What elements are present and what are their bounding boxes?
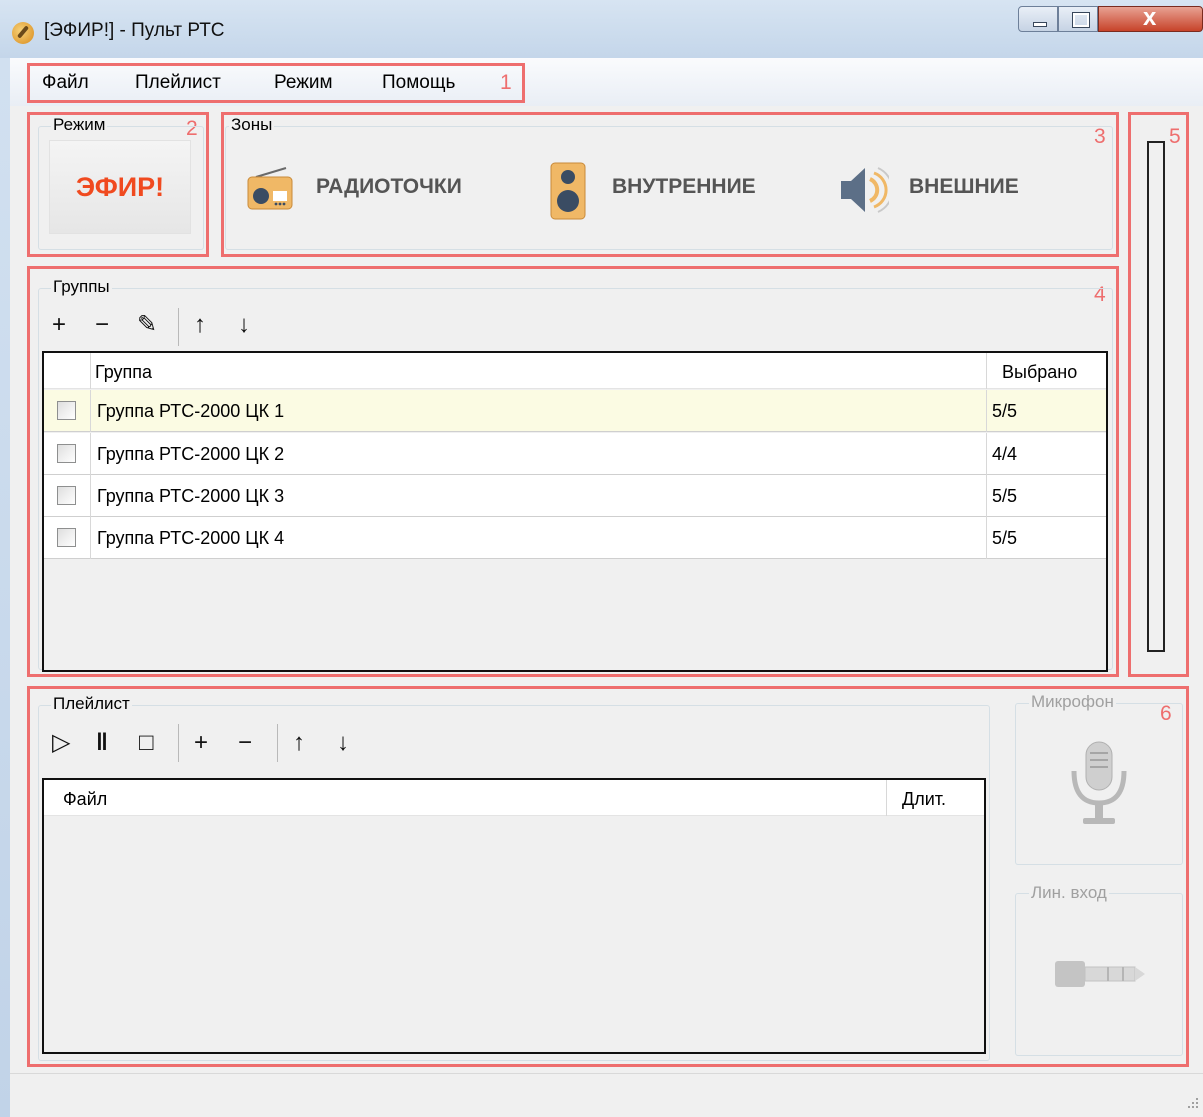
window-title: [ЭФИР!] - Пульт РТС — [44, 20, 225, 41]
app-icon — [12, 22, 34, 44]
cell-divider — [90, 433, 91, 475]
table-row[interactable]: Группа РТС-2000 ЦК 4 5/5 — [44, 517, 1106, 559]
resize-grip-icon[interactable] — [1186, 1096, 1200, 1110]
title-bar: [ЭФИР!] - Пульт РТС — [0, 0, 1203, 58]
loudspeaker-icon — [841, 167, 889, 213]
playlist-group-label: Плейлист — [51, 694, 132, 714]
microphone-icon[interactable] — [1064, 739, 1134, 829]
line-in-label: Лин. вход — [1029, 883, 1109, 903]
column-header-selected[interactable]: Выбрано — [1002, 362, 1077, 383]
playlist-table-header: Файл Длит. — [44, 780, 984, 816]
cell-divider — [90, 390, 91, 432]
mode-air-button[interactable]: ЭФИР! — [49, 140, 191, 234]
radio-icon — [247, 167, 293, 210]
group-name: Группа РТС-2000 ЦК 1 — [97, 401, 285, 421]
annotation-number-1: 1 — [500, 71, 512, 94]
column-header-duration[interactable]: Длит. — [902, 789, 946, 810]
microphone-label: Микрофон — [1029, 692, 1116, 712]
groups-group-label: Группы — [51, 277, 112, 297]
groups-table-header: Группа Выбрано — [44, 353, 1106, 389]
group-name: Группа РТС-2000 ЦК 4 — [97, 528, 285, 548]
add-group-icon[interactable]: + — [52, 313, 66, 337]
toolbar-separator — [178, 724, 179, 762]
close-button[interactable] — [1098, 4, 1203, 32]
column-header-group[interactable]: Группа — [95, 362, 152, 383]
add-file-icon[interactable]: + — [194, 731, 208, 755]
zone-internal-button[interactable]: ВНУТРЕННИЕ — [540, 158, 800, 222]
group-checkbox[interactable] — [57, 401, 76, 420]
column-header-file[interactable]: Файл — [63, 789, 107, 810]
header-divider — [886, 780, 887, 816]
move-up-file-icon[interactable]: ↑ — [293, 731, 305, 755]
groups-table: Группа Выбрано Группа РТС-2000 ЦК 1 5/5 … — [42, 351, 1108, 672]
zone-radio-label: РАДИОТОЧКИ — [316, 175, 462, 198]
status-bar — [10, 1073, 1203, 1117]
header-divider — [986, 353, 987, 389]
group-name: Группа РТС-2000 ЦК 3 — [97, 486, 285, 506]
window-border — [0, 58, 10, 1117]
remove-group-icon[interactable]: − — [95, 313, 109, 337]
edit-group-icon[interactable]: ✎ — [137, 313, 157, 337]
move-down-file-icon[interactable]: ↓ — [337, 731, 349, 755]
toolbar-separator — [277, 724, 278, 762]
cell-divider — [986, 475, 987, 517]
stop-icon[interactable]: □ — [139, 731, 154, 755]
group-checkbox[interactable] — [57, 486, 76, 505]
group-checkbox[interactable] — [57, 528, 76, 547]
group-checkbox[interactable] — [57, 444, 76, 463]
table-row[interactable]: Группа РТС-2000 ЦК 1 5/5 — [44, 390, 1106, 432]
playlist-table[interactable]: Файл Длит. — [42, 778, 986, 1054]
zone-internal-label: ВНУТРЕННИЕ — [612, 175, 756, 198]
level-meter — [1147, 141, 1165, 652]
cell-divider — [90, 475, 91, 517]
minimize-button[interactable] — [1018, 6, 1058, 32]
table-row[interactable]: Группа РТС-2000 ЦК 3 5/5 — [44, 475, 1106, 517]
cell-divider — [986, 390, 987, 432]
group-selected-count: 5/5 — [992, 486, 1018, 506]
move-up-group-icon[interactable]: ↑ — [194, 313, 206, 337]
pause-icon[interactable]: ǁ — [96, 731, 108, 755]
mode-air-label: ЭФИР! — [75, 172, 165, 202]
header-divider — [90, 353, 91, 389]
cell-divider — [986, 433, 987, 475]
line-in-jack-icon[interactable] — [1053, 957, 1149, 991]
zone-external-label: ВНЕШНИЕ — [909, 175, 1019, 198]
group-name: Группа РТС-2000 ЦК 2 — [97, 444, 285, 464]
speaker-icon — [550, 162, 586, 220]
zone-external-button[interactable]: ВНЕШНИЕ — [836, 158, 1096, 222]
group-selected-count: 4/4 — [992, 444, 1018, 464]
remove-file-icon[interactable]: − — [238, 731, 252, 755]
maximize-button[interactable] — [1058, 6, 1098, 32]
mode-group-label: Режим — [51, 115, 108, 135]
zones-group-label: Зоны — [229, 115, 275, 135]
group-selected-count: 5/5 — [992, 528, 1018, 548]
cell-divider — [986, 517, 987, 559]
move-down-group-icon[interactable]: ↓ — [238, 313, 250, 337]
annotation-box-1 — [27, 63, 525, 103]
play-icon[interactable]: ▷ — [52, 731, 70, 755]
zone-radio-button[interactable]: РАДИОТОЧКИ — [240, 158, 500, 218]
group-selected-count: 5/5 — [992, 401, 1018, 421]
annotation-number-5: 5 — [1169, 125, 1181, 148]
toolbar-separator — [178, 308, 179, 346]
cell-divider — [90, 517, 91, 559]
table-row[interactable]: Группа РТС-2000 ЦК 2 4/4 — [44, 433, 1106, 475]
